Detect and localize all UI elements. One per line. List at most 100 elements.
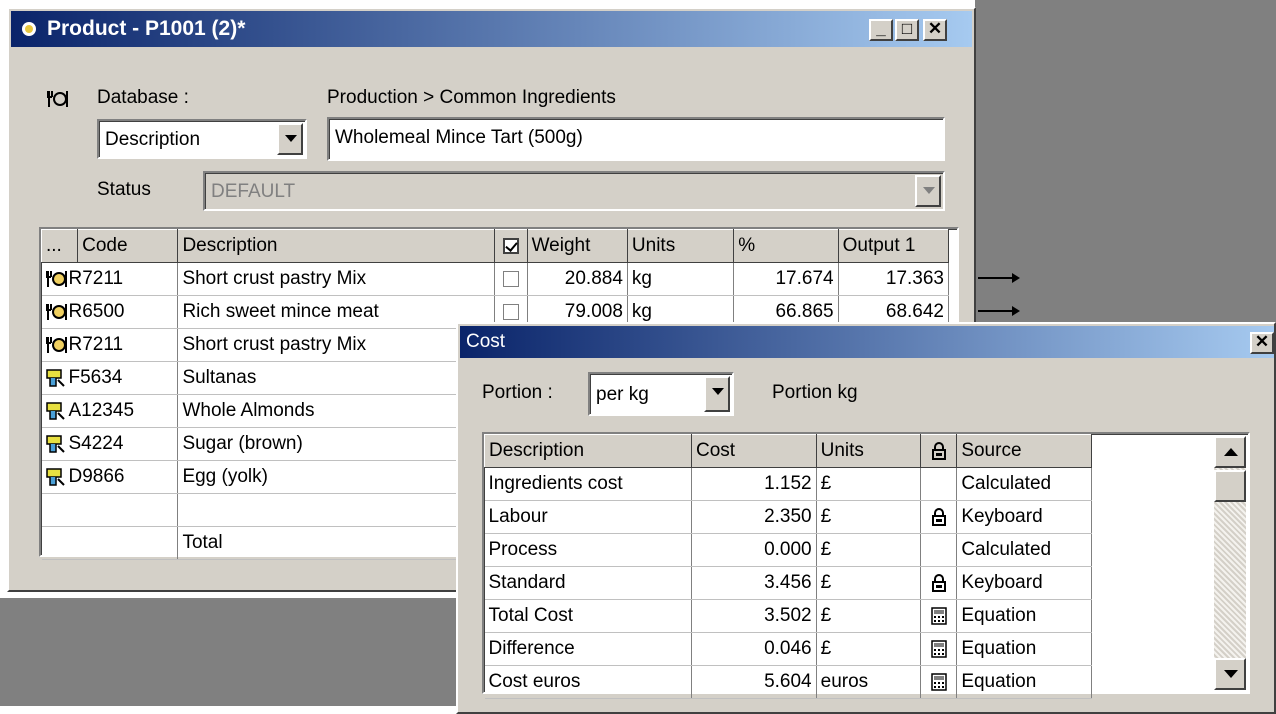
ingredient-code-cell[interactable]: R6500 [41,295,179,329]
cost-source[interactable]: Keyboard [956,500,1092,534]
portion-dropdown-button[interactable] [704,376,730,412]
column-header-handle[interactable]: ... [40,229,79,263]
ingredient-percent[interactable]: 17.674 [733,262,839,296]
portion-text: Portion kg [772,382,858,403]
select-all-checkbox[interactable] [503,237,520,254]
scroll-up-button[interactable] [1214,436,1246,468]
ingredient-code-cell[interactable]: D9866 [41,460,179,494]
cost-column-source[interactable]: Source [956,434,1092,468]
column-header-description[interactable]: Description [177,229,496,263]
cost-description[interactable]: Standard [484,566,693,600]
ingredient-weight[interactable]: 20.884 [527,262,628,296]
cost-row[interactable]: Ingredients cost 1.152 £ Calculated [484,467,1092,501]
calculator-icon [930,607,947,625]
cost-row[interactable]: Total Cost 3.502 £ Equation [484,599,1092,633]
cost-close-button[interactable]: ✕ [1250,332,1274,354]
ingredient-description[interactable]: Total [177,526,496,560]
cost-source[interactable]: Equation [956,632,1092,666]
cost-value[interactable]: 0.046 [691,632,817,666]
cost-column-units[interactable]: Units [815,434,922,468]
cost-value[interactable]: 1.152 [691,467,817,501]
cost-window: Cost ✕ Portion : per kg Portion kg Descr… [456,322,1276,714]
column-header-weight[interactable]: Weight [526,229,628,263]
cost-row[interactable]: Standard 3.456 £ Keyboard [484,566,1092,600]
ingredient-code-cell[interactable] [41,493,179,527]
ingredient-description[interactable]: Sugar (brown) [177,427,496,461]
cost-units[interactable]: £ [816,599,922,633]
cost-row[interactable]: Cost euros 5.604 euros Equation [484,665,1092,699]
ingredient-row[interactable]: R7211 Short crust pastry Mix 20.884 kg 17.67… [41,262,950,296]
scroll-down-button[interactable] [1214,658,1246,690]
ingredient-checkbox[interactable] [503,270,520,287]
cost-grid[interactable]: Description Cost Units Source Ingredient… [482,432,1250,699]
column-header-units[interactable]: Units [626,229,735,263]
cost-units[interactable]: £ [816,467,922,501]
ingredient-description[interactable]: Sultanas [177,361,496,395]
product-titlebar[interactable]: Product - P1001 (2)* _ □ ✕ [11,11,972,47]
cost-source-icon-cell [920,599,958,633]
ingredient-description[interactable]: Whole Almonds [177,394,496,428]
close-button[interactable]: ✕ [923,19,947,41]
cost-description[interactable]: Labour [484,500,693,534]
ingredient-output[interactable]: 17.363 [838,262,950,296]
cost-source[interactable]: Calculated [956,467,1092,501]
ingredient-code-cell[interactable]: R7211 [41,262,179,296]
cost-value[interactable]: 5.604 [691,665,817,699]
ingredient-code: A12345 [68,400,135,421]
ingredient-select-cell[interactable] [494,262,528,296]
cost-value[interactable]: 3.502 [691,599,817,633]
hand-icon [45,369,65,387]
ingredient-description[interactable]: Rich sweet mince meat [177,295,496,329]
portion-select[interactable]: per kg [588,372,734,416]
cost-column-lock[interactable] [920,434,958,468]
cost-source[interactable]: Equation [956,599,1092,633]
cost-units[interactable]: £ [816,500,922,534]
ingredient-code-cell[interactable] [41,526,179,560]
field-select-dropdown-button[interactable] [277,123,303,155]
cost-row[interactable]: Difference 0.046 £ Equation [484,632,1092,666]
cost-value[interactable]: 0.000 [691,533,817,567]
ingredient-code-cell[interactable]: R7211 [41,328,179,362]
field-select[interactable]: Description [97,119,307,159]
cost-vertical-scrollbar[interactable] [1214,436,1246,690]
ingredient-description[interactable]: Short crust pastry Mix [177,262,496,296]
cost-value[interactable]: 3.456 [691,566,817,600]
cost-row[interactable]: Process 0.000 £ Calculated [484,533,1092,567]
ingredient-checkbox[interactable] [503,303,520,320]
maximize-button[interactable]: □ [895,19,919,41]
cost-units[interactable]: euros [816,665,922,699]
ingredient-description[interactable] [177,493,496,527]
cost-value[interactable]: 2.350 [691,500,817,534]
ingredient-code-cell[interactable]: S4224 [41,427,179,461]
cost-units[interactable]: £ [816,533,922,567]
cost-column-cost[interactable]: Cost [691,434,817,468]
cost-description[interactable]: Total Cost [484,599,693,633]
minimize-button[interactable]: _ [869,19,893,41]
cost-description[interactable]: Difference [484,632,693,666]
column-header-select-all[interactable] [494,229,528,263]
ingredient-description[interactable]: Short crust pastry Mix [177,328,496,362]
cost-description[interactable]: Cost euros [484,665,693,699]
description-input[interactable]: Wholemeal Mince Tart (500g) [327,117,945,161]
cost-row[interactable]: Labour 2.350 £ Keyboard [484,500,1092,534]
cost-description[interactable]: Ingredients cost [484,467,693,501]
ingredient-code: R7211 [68,334,124,355]
cost-source[interactable]: Equation [956,665,1092,699]
cost-units[interactable]: £ [816,566,922,600]
scroll-thumb[interactable] [1214,470,1246,502]
ingredient-description[interactable]: Egg (yolk) [177,460,496,494]
cost-titlebar[interactable]: Cost ✕ [460,326,1274,358]
column-header-output[interactable]: Output 1 [837,229,950,263]
status-select[interactable]: DEFAULT [203,171,945,211]
column-header-code[interactable]: Code [77,229,179,263]
cost-source[interactable]: Calculated [956,533,1092,567]
cost-column-description[interactable]: Description [483,434,693,468]
cost-units[interactable]: £ [816,632,922,666]
status-dropdown-button[interactable] [915,175,941,207]
cost-description[interactable]: Process [484,533,693,567]
ingredient-code-cell[interactable]: A12345 [41,394,179,428]
ingredient-code-cell[interactable]: F5634 [41,361,179,395]
cost-source[interactable]: Keyboard [956,566,1092,600]
column-header-percent[interactable]: % [733,229,839,263]
ingredient-units[interactable]: kg [627,262,735,296]
